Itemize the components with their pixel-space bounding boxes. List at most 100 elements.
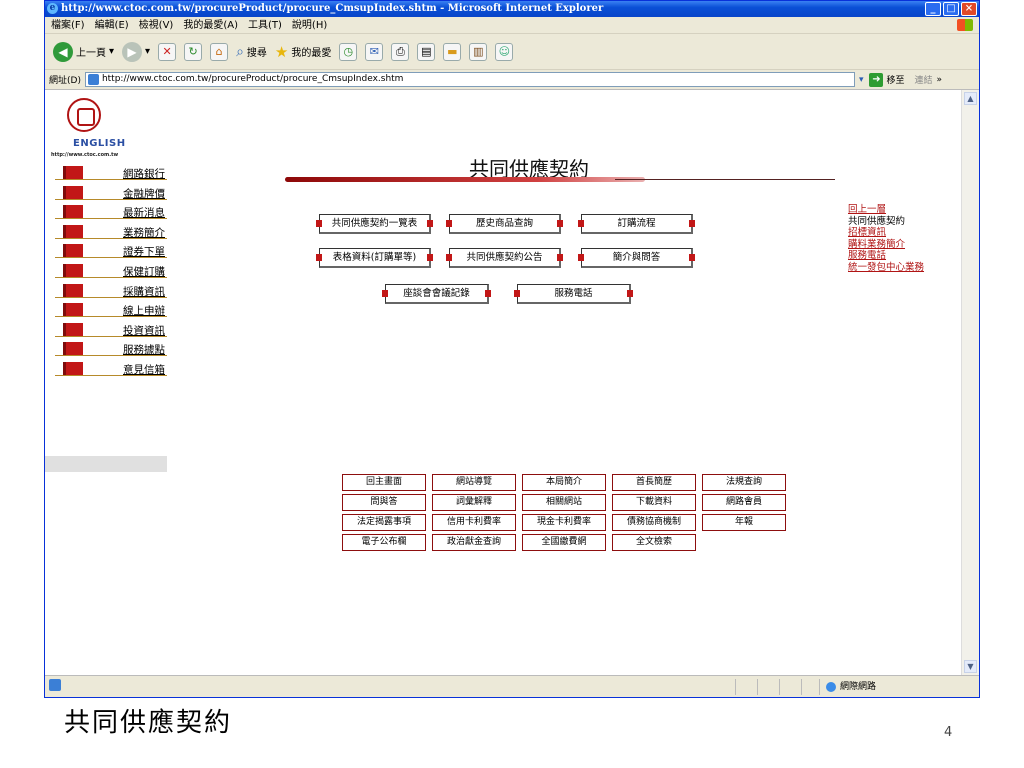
footer-link[interactable]: 詞彙解釋	[432, 494, 516, 511]
link-tender-info[interactable]: 招標資訊	[848, 227, 924, 239]
footer-link[interactable]: 全國繳費網	[522, 534, 606, 551]
maximize-button[interactable]: □	[943, 2, 959, 16]
sidebar-item-label[interactable]: 服務據點	[123, 342, 165, 357]
menu-view[interactable]: 檢視(V)	[139, 17, 174, 33]
footer-link[interactable]: 法規查詢	[702, 474, 786, 491]
sidebar-item[interactable]: 最新消息	[45, 202, 167, 222]
chevron-right-icon[interactable]: »	[937, 75, 943, 85]
sidebar-item[interactable]: 證券下單	[45, 241, 167, 261]
folder-button[interactable]: ▬	[443, 42, 462, 61]
scroll-up-arrow-icon[interactable]: ▲	[964, 92, 977, 105]
forms-button[interactable]: 表格資料(訂購單等)	[316, 248, 433, 268]
link-procurement-intro[interactable]: 購料業務簡介	[848, 239, 924, 251]
sidebar-item[interactable]: 網路銀行	[45, 163, 167, 183]
sidebar-item-label[interactable]: 金融牌價	[123, 186, 165, 201]
intro-faq-button[interactable]: 簡介與問答	[578, 248, 695, 268]
link-go-up[interactable]: 回上一層	[848, 204, 924, 216]
stop-button[interactable]: ✕	[158, 42, 177, 61]
close-button[interactable]: ×	[961, 2, 977, 16]
sidebar-item-label[interactable]: 網路銀行	[123, 166, 165, 181]
sidebar-item[interactable]: 投資資訊	[45, 320, 167, 340]
footer-link[interactable]: 電子公布欄	[342, 534, 426, 551]
order-process-button[interactable]: 訂購流程	[578, 214, 695, 234]
history-query-button[interactable]: 歷史商品查詢	[446, 214, 563, 234]
back-button[interactable]: ◀ 上一頁 ▾	[53, 40, 114, 64]
footer-link[interactable]: 回主畫面	[342, 474, 426, 491]
sidebar-item[interactable]: 業務簡介	[45, 222, 167, 242]
contract-announcement-button[interactable]: 共同供應契約公告	[446, 248, 563, 268]
meeting-minutes-button[interactable]: 座談會會議記錄	[382, 284, 491, 304]
back-label: 上一頁	[76, 48, 106, 59]
globe-icon	[826, 682, 836, 692]
minimize-button[interactable]: _	[925, 2, 941, 16]
menu-file[interactable]: 檔案(F)	[51, 17, 85, 33]
footer-link[interactable]: 本局簡介	[522, 474, 606, 491]
sidebar-item[interactable]: 線上申辦	[45, 300, 167, 320]
refresh-button[interactable]: ↻	[184, 42, 203, 61]
sidebar-item-label[interactable]: 採購資訊	[123, 284, 165, 299]
footer-link[interactable]: 網路會員	[702, 494, 786, 511]
go-button[interactable]: ➜ 移至	[869, 72, 905, 87]
sidebar-item[interactable]: 金融牌價	[45, 183, 167, 203]
status-divider	[779, 679, 780, 695]
red-dot-icon	[382, 290, 388, 297]
footer-link[interactable]: 下載資料	[612, 494, 696, 511]
sidebar-item-label[interactable]: 意見信箱	[123, 362, 165, 377]
forward-button[interactable]: ▶ ▾	[122, 40, 150, 64]
footer-link[interactable]: 年報	[702, 514, 786, 531]
messenger-button[interactable]: ☺	[495, 42, 514, 61]
menu-help[interactable]: 說明(H)	[292, 17, 327, 33]
footer-link[interactable]: 債務協商機制	[612, 514, 696, 531]
sidebar-item-label[interactable]: 最新消息	[123, 205, 165, 220]
red-dot-icon	[427, 220, 433, 227]
english-link[interactable]: ENGLISH	[73, 138, 126, 149]
star-icon: ★	[274, 42, 289, 61]
bullet-block-icon	[63, 166, 83, 179]
footer-link[interactable]: 現金卡利費率	[522, 514, 606, 531]
link-central-contracting[interactable]: 統一發包中心業務	[848, 262, 924, 274]
sidebar-item-label[interactable]: 業務簡介	[123, 225, 165, 240]
service-phone-button[interactable]: 服務電話	[514, 284, 633, 304]
footer-link[interactable]: 相關網站	[522, 494, 606, 511]
footer-link[interactable]: 信用卡利費率	[432, 514, 516, 531]
sidebar-item[interactable]: 服務據點	[45, 339, 167, 359]
button-label: 座談會會議記錄	[403, 288, 470, 299]
sidebar-item-label[interactable]: 證券下單	[123, 244, 165, 259]
footer-link[interactable]: 法定揭露事項	[342, 514, 426, 531]
contract-list-button[interactable]: 共同供應契約一覽表	[316, 214, 433, 234]
title-bar[interactable]: e http://www.ctoc.com.tw/procureProduct/…	[45, 1, 979, 17]
bank-logo[interactable]	[67, 98, 101, 132]
links-label[interactable]: 連結	[915, 73, 933, 86]
slide-page-number: 4	[944, 725, 953, 740]
footer-link[interactable]: 政治獻金查詢	[432, 534, 516, 551]
footer-link[interactable]: 網站導覽	[432, 474, 516, 491]
mail-button[interactable]: ✉	[365, 42, 384, 61]
menu-favorites[interactable]: 我的最愛(A)	[183, 17, 238, 33]
favorites-button[interactable]: ★ 我的最愛	[275, 40, 331, 64]
search-button[interactable]: ⌕ 搜尋	[236, 40, 267, 64]
link-service-phone[interactable]: 服務電話	[848, 250, 924, 262]
sidebar-item[interactable]: 意見信箱	[45, 359, 167, 379]
footer-link[interactable]: 全文檢索	[612, 534, 696, 551]
sidebar-item-label[interactable]: 投資資訊	[123, 323, 165, 338]
research-button[interactable]: ▥	[469, 42, 488, 61]
sidebar-item[interactable]: 保健訂購	[45, 261, 167, 281]
footer-link[interactable]: 問與答	[342, 494, 426, 511]
vertical-scrollbar[interactable]: ▲ ▼	[961, 90, 979, 675]
button-label: 表格資料(訂購單等)	[332, 252, 417, 263]
chevron-down-icon[interactable]: ▾	[859, 75, 864, 85]
site-url: http://www.ctoc.com.tw	[51, 152, 119, 158]
home-button[interactable]: ⌂	[210, 42, 229, 61]
sidebar-item-label[interactable]: 線上申辦	[123, 303, 165, 318]
footer-link[interactable]: 首長簡歷	[612, 474, 696, 491]
menu-tools[interactable]: 工具(T)	[248, 17, 282, 33]
edit-button[interactable]: ▤	[417, 42, 436, 61]
address-input[interactable]: http://www.ctoc.com.tw/procureProduct/pr…	[84, 72, 855, 87]
sidebar-item[interactable]: 採購資訊	[45, 281, 167, 301]
menu-edit[interactable]: 編輯(E)	[95, 17, 129, 33]
sidebar-item-label[interactable]: 保健訂購	[123, 264, 165, 279]
slide: e http://www.ctoc.com.tw/procureProduct/…	[0, 0, 1024, 768]
print-button[interactable]: ⎙	[391, 42, 410, 61]
history-button[interactable]: ◷	[339, 42, 358, 61]
scroll-down-arrow-icon[interactable]: ▼	[964, 660, 977, 673]
